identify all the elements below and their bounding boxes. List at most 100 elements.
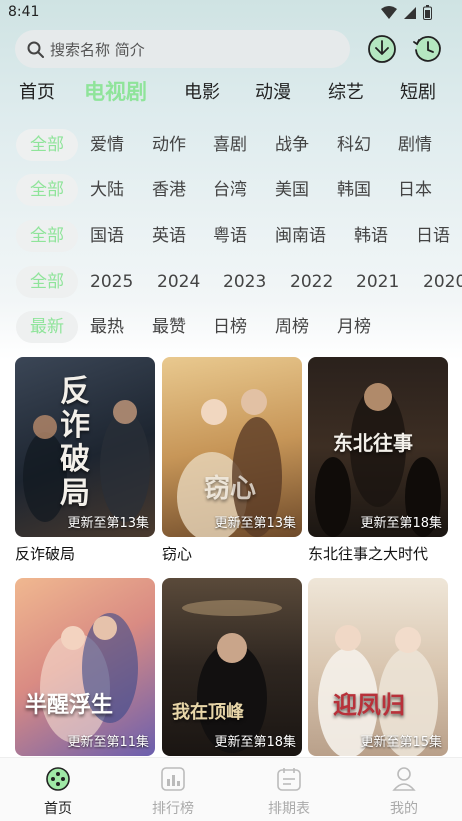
show-poster[interactable]: 半醒浮生 更新至第11集 [15, 578, 155, 756]
show-card[interactable]: 东北往事 更新至第18集 东北往事之大时代 [308, 357, 448, 564]
filter-genre-item[interactable]: 动作 [152, 129, 186, 161]
filter-year-item[interactable]: 2020 [423, 266, 462, 298]
poster-title-art: 反诈破局 [60, 374, 90, 511]
status-time: 8:41 [8, 4, 40, 20]
filter-language-item[interactable]: 闽南语 [275, 220, 326, 252]
search-input[interactable]: 搜索名称 简介 [15, 30, 350, 68]
show-card[interactable]: 我在顶峰 更新至第18集 [162, 578, 302, 756]
filter-year-item[interactable]: 2021 [356, 266, 399, 298]
signal-icon [404, 6, 416, 19]
home-icon [46, 767, 70, 791]
episode-badge: 更新至第15集 [360, 735, 442, 750]
nav-home[interactable]: 首页 [18, 766, 98, 818]
filter-genre-item[interactable]: 爱情 [90, 129, 124, 161]
category-tabs: 首页 电视剧 电影 动漫 综艺 短剧 [0, 78, 462, 112]
filter-row-language: 全部 国语 英语 粤语 闽南语 韩语 日语 [0, 220, 462, 254]
episode-badge: 更新至第13集 [67, 516, 149, 531]
nav-profile[interactable]: 我的 [364, 766, 444, 818]
poster-title-art: 窃心 [204, 474, 257, 504]
nav-label: 排期表 [268, 801, 310, 817]
tab-movies[interactable]: 电影 [184, 78, 220, 104]
episode-badge: 更新至第11集 [67, 735, 149, 750]
filter-sort-item[interactable]: 周榜 [275, 311, 309, 343]
poster-figures [177, 389, 282, 537]
bottom-nav: 首页 排行榜 排期表 我的 [0, 757, 462, 821]
poster-title-art: 迎凤归 [333, 690, 405, 719]
tab-anime[interactable]: 动漫 [255, 78, 291, 104]
calendar-icon [277, 768, 301, 791]
episode-badge: 更新至第18集 [360, 516, 442, 531]
filter-sort-item[interactable]: 最热 [90, 311, 124, 343]
filter-language-item[interactable]: 英语 [152, 220, 186, 252]
filter-region-item[interactable]: 台湾 [213, 174, 247, 206]
filter-language-item[interactable]: 粤语 [213, 220, 247, 252]
filter-genre-item[interactable]: 战争 [275, 129, 309, 161]
filter-row-region: 全部 大陆 香港 台湾 美国 韩国 日本 [0, 174, 462, 208]
filter-region-item[interactable]: 日本 [398, 174, 432, 206]
episode-badge: 更新至第18集 [214, 735, 296, 750]
filter-year-item[interactable]: 2025 [90, 266, 133, 298]
filter-genre-item[interactable]: 剧情 [398, 129, 432, 161]
poster-figures [318, 625, 438, 756]
filter-region-all[interactable]: 全部 [16, 174, 78, 206]
show-title[interactable]: 窃心 [162, 543, 302, 564]
filter-language-item[interactable]: 韩语 [354, 220, 388, 252]
filter-year-item[interactable]: 2024 [157, 266, 200, 298]
filter-region-item[interactable]: 大陆 [90, 174, 124, 206]
download-icon[interactable] [366, 33, 398, 65]
search-icon [27, 41, 44, 58]
show-poster[interactable]: 东北往事 更新至第18集 [308, 357, 448, 537]
filter-language-item[interactable]: 国语 [90, 220, 124, 252]
show-card[interactable]: 半醒浮生 更新至第11集 [15, 578, 155, 756]
show-card[interactable]: 窃心 更新至第13集 窃心 [162, 357, 302, 564]
show-card[interactable]: 反诈破局 更新至第13集 反诈破局 [15, 357, 155, 564]
filter-genre-item[interactable]: 科幻 [337, 129, 371, 161]
ranking-icon [161, 767, 185, 791]
status-bar: 8:41 [0, 0, 462, 26]
filter-year-item[interactable]: 2023 [223, 266, 266, 298]
tab-variety[interactable]: 综艺 [328, 78, 364, 104]
history-icon[interactable] [411, 33, 443, 65]
poster-title-art: 半醒浮生 [25, 692, 114, 718]
filter-sort-latest[interactable]: 最新 [16, 311, 78, 343]
nav-label: 我的 [390, 801, 418, 817]
filter-row-year: 全部 2025 2024 2023 2022 2021 2020 [0, 266, 462, 300]
filter-sort-item[interactable]: 日榜 [213, 311, 247, 343]
tab-tv-series[interactable]: 电视剧 [84, 76, 147, 106]
filter-row-sort: 最新 最热 最赞 日榜 周榜 月榜 [0, 311, 462, 345]
filter-region-item[interactable]: 韩国 [337, 174, 371, 206]
status-icons [381, 5, 432, 20]
show-title[interactable]: 东北往事之大时代 [308, 543, 448, 564]
nav-label: 首页 [44, 801, 72, 817]
nav-label: 排行榜 [152, 801, 194, 817]
poster-figures [40, 613, 138, 743]
show-poster[interactable]: 窃心 更新至第13集 [162, 357, 302, 537]
tab-short-drama[interactable]: 短剧 [400, 78, 436, 104]
filter-sort-item[interactable]: 最赞 [152, 311, 186, 343]
profile-icon [392, 767, 416, 791]
filter-year-item[interactable]: 2022 [290, 266, 333, 298]
wifi-icon [381, 5, 397, 19]
show-poster[interactable]: 反诈破局 更新至第13集 [15, 357, 155, 537]
nav-schedule[interactable]: 排期表 [249, 766, 329, 818]
tab-home[interactable]: 首页 [19, 78, 55, 104]
show-title[interactable]: 反诈破局 [15, 543, 155, 564]
poster-title-art: 我在顶峰 [172, 702, 244, 723]
filter-row-genre: 全部 爱情 动作 喜剧 战争 科幻 剧情 [0, 129, 462, 163]
show-card[interactable]: 迎凤归 更新至第15集 [308, 578, 448, 756]
filter-language-all[interactable]: 全部 [16, 220, 78, 252]
filter-region-item[interactable]: 香港 [152, 174, 186, 206]
episode-badge: 更新至第13集 [214, 516, 296, 531]
nav-ranking[interactable]: 排行榜 [133, 766, 213, 818]
battery-icon [423, 5, 432, 20]
search-placeholder: 搜索名称 简介 [50, 40, 145, 59]
filter-sort-item[interactable]: 月榜 [337, 311, 371, 343]
filter-language-item[interactable]: 日语 [416, 220, 450, 252]
show-poster[interactable]: 我在顶峰 更新至第18集 [162, 578, 302, 756]
filter-genre-all[interactable]: 全部 [16, 129, 78, 161]
show-poster[interactable]: 迎凤归 更新至第15集 [308, 578, 448, 756]
filter-region-item[interactable]: 美国 [275, 174, 309, 206]
filter-genre-item[interactable]: 喜剧 [213, 129, 247, 161]
search-row: 搜索名称 简介 [15, 30, 455, 68]
filter-year-all[interactable]: 全部 [16, 266, 78, 298]
